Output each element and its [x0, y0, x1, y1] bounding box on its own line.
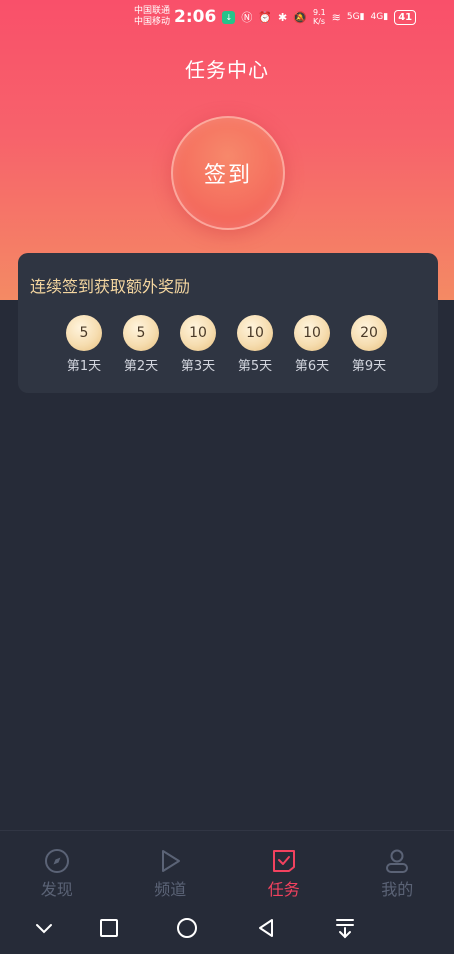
- compass-icon: [44, 849, 69, 873]
- tab-label: 任务: [267, 880, 300, 899]
- tab-label: 我的: [381, 880, 414, 899]
- carrier-1: 中国联通: [134, 6, 171, 16]
- reward-day-label: 第2天: [123, 359, 159, 374]
- coin-icon: 5: [66, 315, 102, 351]
- signal-4g-icon: 4G▮: [370, 12, 389, 22]
- bluetooth-icon: ✱: [278, 10, 288, 24]
- streak-reward-card: 连续签到获取额外奖励 5 第1天 5 第2天 10 第3天 10 第5天 10 …: [18, 253, 438, 393]
- reward-list: 5 第1天 5 第2天 10 第3天 10 第5天 10 第6天 20 第9天: [66, 315, 387, 374]
- reward-item: 10 第3天: [180, 315, 216, 374]
- tab-task[interactable]: 任务: [227, 831, 341, 902]
- coin-icon: 10: [180, 315, 216, 351]
- tab-discover[interactable]: 发现: [0, 831, 114, 902]
- user-icon: [386, 849, 409, 873]
- task-check-icon: [272, 850, 295, 872]
- reward-item: 10 第5天: [237, 315, 273, 374]
- play-icon: [162, 850, 181, 872]
- net-speed: 9.1 K/s: [312, 8, 326, 26]
- notification-pull-icon[interactable]: [333, 916, 357, 940]
- tab-channel[interactable]: 频道: [114, 831, 228, 902]
- reward-day-label: 第9天: [351, 359, 387, 374]
- collapse-icon[interactable]: [32, 916, 56, 940]
- reward-item: 10 第6天: [294, 315, 330, 374]
- reward-item: 5 第2天: [123, 315, 159, 374]
- alarm-icon: ⏰: [258, 10, 273, 24]
- tab-label: 发现: [40, 880, 73, 899]
- tab-me[interactable]: 我的: [341, 831, 454, 902]
- coin-icon: 10: [294, 315, 330, 351]
- back-icon[interactable]: [254, 916, 278, 940]
- coin-icon: 10: [237, 315, 273, 351]
- home-icon[interactable]: [175, 916, 199, 940]
- reward-item: 20 第9天: [351, 315, 387, 374]
- reward-day-label: 第6天: [294, 359, 330, 374]
- page-title: 任务中心: [185, 58, 269, 82]
- coin-icon: 5: [123, 315, 159, 351]
- system-nav-bar: [0, 902, 454, 954]
- recent-apps-icon[interactable]: [97, 916, 121, 940]
- status-icons: ↓ Ⓝ ⏰ ✱ 🔕 9.1 K/s ≋ 5G▮ 4G▮ 41: [222, 8, 417, 26]
- reward-day-label: 第1天: [66, 359, 102, 374]
- reward-day-label: 第3天: [180, 359, 216, 374]
- carrier-info: 中国联通 中国移动: [134, 6, 170, 28]
- bottom-tab-bar: 发现 频道 任务 我的: [0, 830, 454, 902]
- battery-icon: 41: [394, 9, 417, 25]
- checkin-button[interactable]: 签到: [171, 116, 285, 230]
- carrier-2: 中国移动: [134, 17, 171, 27]
- reward-day-label: 第5天: [237, 359, 273, 374]
- reward-item: 5 第1天: [66, 315, 102, 374]
- coin-icon: 20: [351, 315, 387, 351]
- tab-label: 频道: [154, 880, 187, 899]
- wifi-icon: ≋: [331, 10, 341, 24]
- nfc-icon: Ⓝ: [241, 11, 253, 24]
- reward-title: 连续签到获取额外奖励: [30, 277, 191, 296]
- download-app-icon: ↓: [222, 10, 236, 24]
- signal-5g-icon: 5G▮: [346, 12, 365, 22]
- status-bar: 中国联通 中国移动 2:06 ↓ Ⓝ ⏰ ✱ 🔕 9.1 K/s ≋ 5G▮ 4…: [0, 0, 454, 34]
- mute-icon: 🔕: [293, 10, 307, 24]
- status-time: 2:06: [174, 7, 217, 27]
